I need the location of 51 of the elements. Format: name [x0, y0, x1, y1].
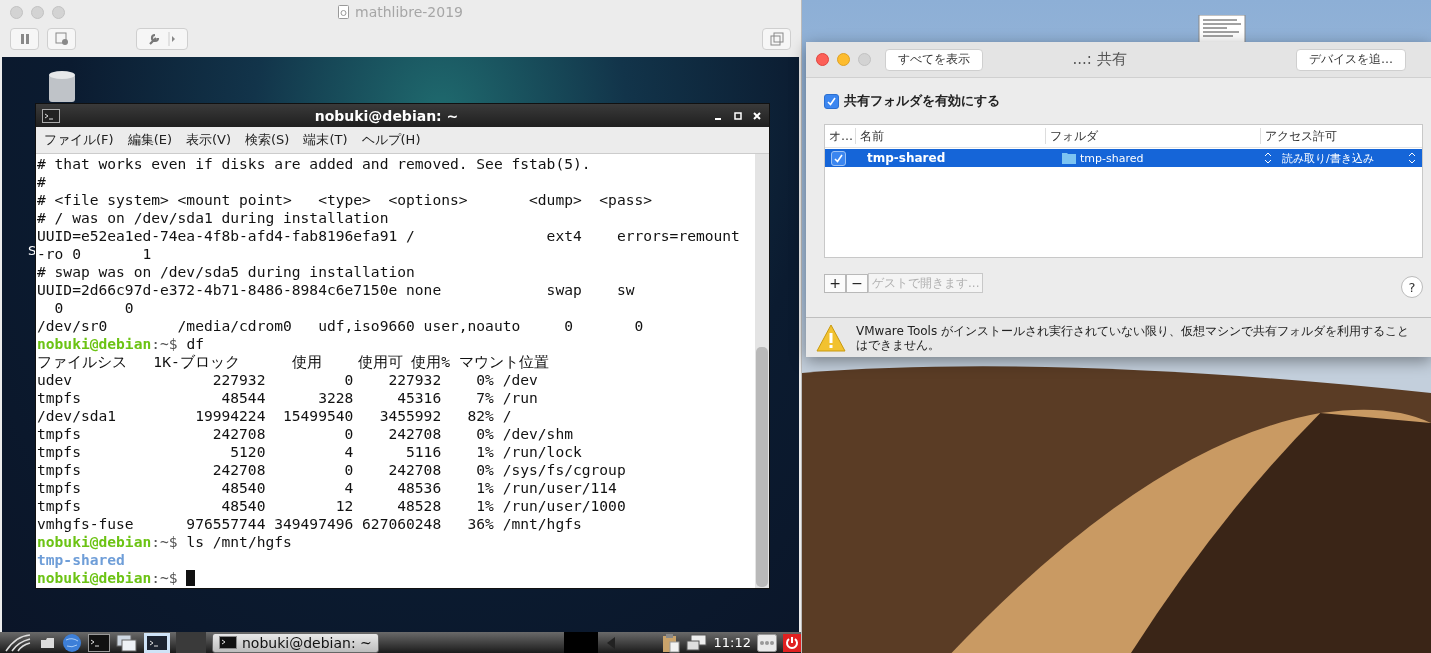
checkbox-label: 共有フォルダを有効にする: [844, 92, 1000, 110]
terminal-line: vmhgfs-fuse 976557744 349497496 627060248 36% /mnt/hgfs: [37, 515, 583, 533]
terminal-line: tmpfs 242708 0 242708 0% /dev/shm: [37, 425, 574, 443]
taskbar-task[interactable]: nobuki@debian: ~: [212, 632, 379, 653]
menu-item[interactable]: ヘルプ(H): [361, 131, 421, 149]
remove-button[interactable]: −: [846, 273, 868, 293]
warning-message: VMware Tools がインストールされ実行されていない限り、仮想マシンで共有フォルダを利用することはできません。: [856, 323, 1410, 352]
menu-item[interactable]: 編集(E): [127, 131, 172, 149]
prompt-line: nobuki@debian:~$: [37, 569, 755, 587]
terminal-line: ファイルシス 1K-ブロック 使用 使用可 使用% マウント位置: [37, 353, 550, 371]
terminal-line: tmpfs 5120 4 5116 1% /run/lock: [37, 443, 583, 461]
column-header[interactable]: 名前: [855, 128, 1045, 144]
clock[interactable]: 11:12: [713, 635, 751, 650]
window-title: nobuki@debian: ~: [314, 107, 459, 124]
column-header[interactable]: オ…: [825, 128, 855, 144]
column-header[interactable]: アクセス許可: [1260, 128, 1422, 144]
desktop-icon-label: S: [28, 243, 37, 258]
terminal-line: /dev/sr0 /media/cdrom0 udf,iso9660 user,noauto 0 0: [37, 317, 645, 335]
terminal-line: # <file system> <mount point> <type> <options> <dump> <pass>: [37, 191, 654, 209]
table-cell: tmp-shared: [867, 151, 946, 165]
terminal-line: 0 0: [53, 299, 135, 317]
terminal-line: udev 227932 0 227932 0% /dev: [37, 371, 539, 389]
menu-item[interactable]: ファイル(F): [44, 131, 114, 149]
table-cell: 読み取り/書き込み: [1282, 150, 1374, 166]
directory-name: tmp-shared: [37, 551, 126, 569]
terminal-line: tmpfs 242708 0 242708 0% /sys/fs/cgroup: [37, 461, 627, 479]
terminal-line: -ro 0 1: [37, 245, 153, 263]
terminal-line: #: [37, 173, 47, 191]
help-button[interactable]: ?: [1401, 276, 1423, 298]
menu-item[interactable]: 表示(V): [186, 131, 232, 149]
terminal-line: # that works even if disks are added and removed. See fstab(5).: [37, 155, 592, 173]
add-device-button[interactable]: デバイスを追…: [1296, 48, 1406, 71]
terminal-line: # swap was on /dev/sda5 during installation: [37, 263, 416, 281]
terminal-line: tmpfs 48540 4 48536 1% /run/user/114: [37, 479, 618, 497]
terminal-line: tmpfs 48544 3228 45316 7% /run: [37, 389, 539, 407]
terminal-line: UUID=2d66c97d-e372-4b71-8486-8984c6e7150e none swap sw: [37, 281, 636, 299]
terminal-line: /dev/sda1 19994224 15499540 3455992 82% /: [37, 407, 513, 425]
column-header[interactable]: フォルダ: [1045, 128, 1260, 144]
terminal-line: UUID=e52ea1ed-74ea-4f8b-afd4-fab8196efa91 / ext4 errors=remount: [37, 227, 741, 245]
show-all-button[interactable]: すべてを表示: [885, 48, 983, 71]
window-title: mathlibre-2019: [355, 4, 463, 20]
prompt-line: nobuki@debian:~$ df: [37, 335, 205, 353]
table-cell: tmp-shared: [1080, 151, 1144, 165]
prompt-line: nobuki@debian:~$ ls /mnt/hgfs: [37, 533, 293, 551]
menu-item[interactable]: 端末(T): [303, 131, 348, 149]
table-row[interactable]: tmp-shared tmp-shared 読み取り/書き込み: [825, 149, 1422, 167]
terminal-line: # / was on /dev/sda1 during installation: [37, 209, 390, 227]
terminal-line: tmpfs 48540 12 48528 1% /run/user/1000: [37, 497, 627, 515]
window-title: ...: 共有: [1071, 50, 1128, 69]
menu-item[interactable]: 検索(S): [245, 131, 290, 149]
add-button[interactable]: +: [824, 273, 846, 293]
